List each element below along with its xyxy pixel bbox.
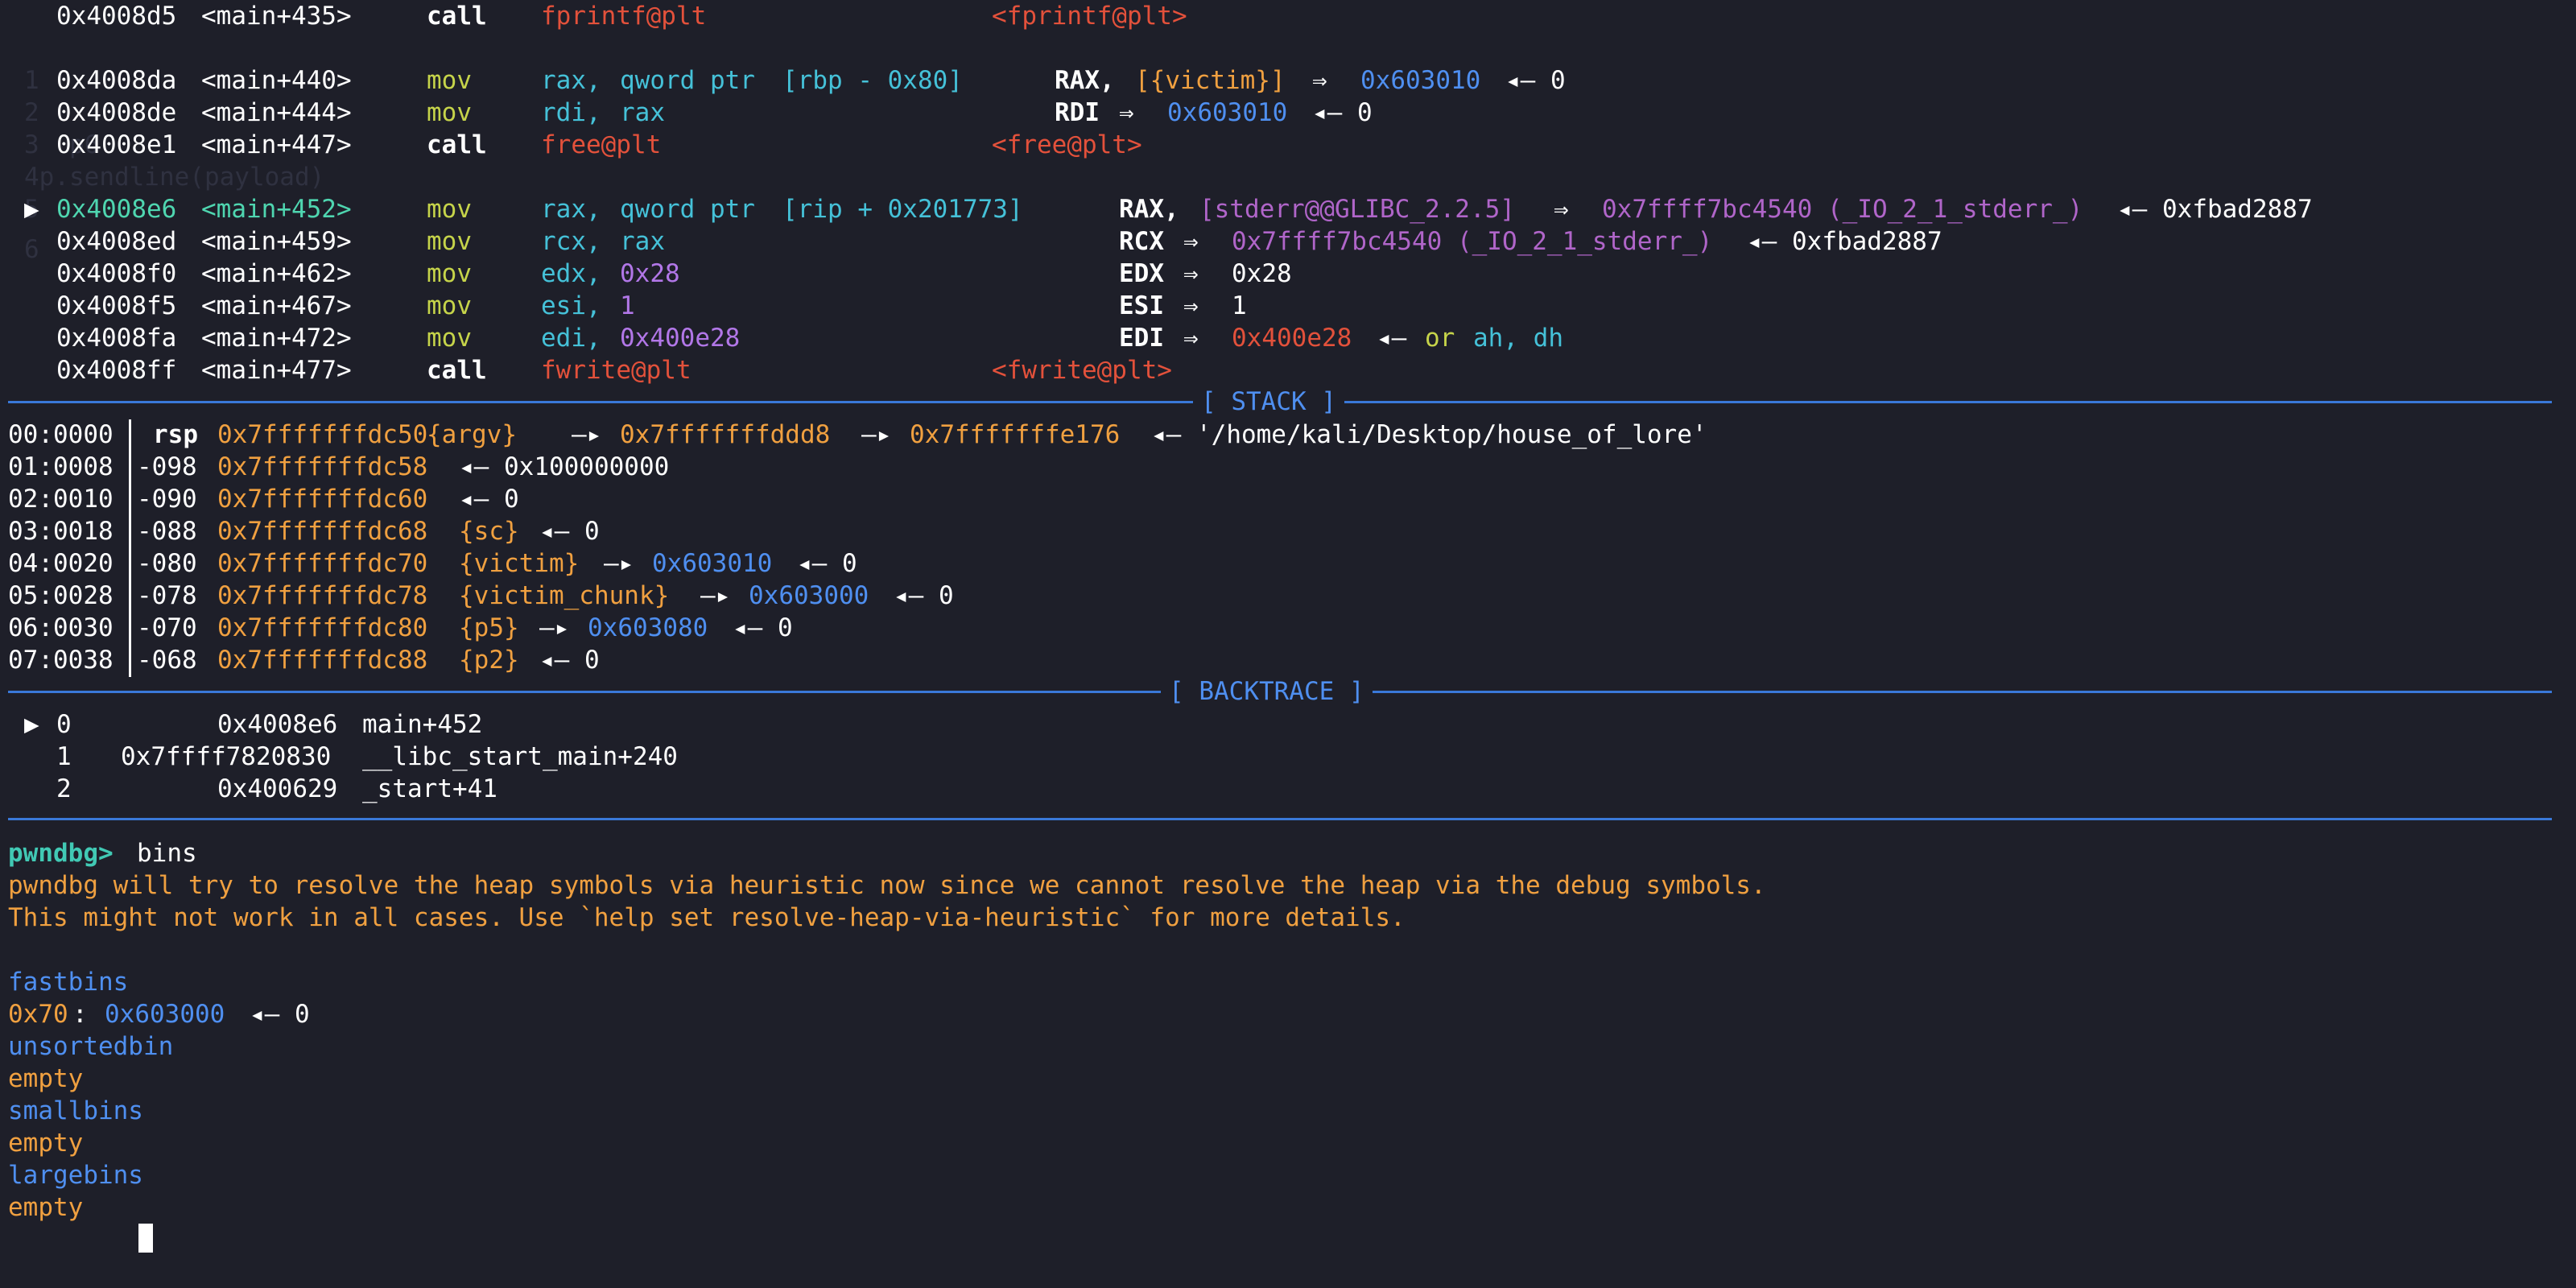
disasm-row: 0x4008d5 <main+435> call fprintf@plt <fp… <box>56 2 1187 31</box>
disasm-row: 0x4008f0 <main+462> mov edx, 0x28 EDX ⇒ … <box>56 259 1292 288</box>
fastbin-entry: 0x70 : 0x603000 ◂— 0 <box>8 1000 310 1029</box>
stack-row: 04:0020 -080 0x7fffffffdc70 {victim} —▸ … <box>8 549 857 578</box>
context-end-divider <box>8 818 2552 820</box>
stack-row: 05:0028 -078 0x7fffffffdc78 {victim_chun… <box>8 581 954 610</box>
stack-row: 07:0038 -068 0x7fffffffdc88 {p2} ◂— 0 <box>8 646 600 675</box>
smallbins-value: empty <box>8 1129 84 1158</box>
disasm-row: 0x4008da <main+440> mov rax, qword ptr [… <box>56 66 1566 95</box>
largebins-label: largebins <box>8 1161 143 1190</box>
disasm-row: 0x4008ed <main+459> mov rcx, rax RCX ⇒ 0… <box>56 227 1942 256</box>
stack-row: 00:0000 rsp 0x7fffffffdc50 {argv} —▸ 0x7… <box>8 420 1707 449</box>
disasm-row: 0x4008f5 <main+467> mov esi, 1 ESI ⇒ 1 <box>56 291 1247 320</box>
backtrace-row: 1 0x7ffff7820830 __libc_start_main+240 <box>56 742 678 771</box>
smallbins-label: smallbins <box>8 1096 143 1125</box>
prompt-label: pwndbg> <box>8 839 114 868</box>
disasm-row: 0x4008e1 <main+447> call free@plt <free@… <box>56 130 1142 159</box>
warning-line: pwndbg will try to resolve the heap symb… <box>8 871 1766 900</box>
fastbins-label: fastbins <box>8 968 129 997</box>
backtrace-row: ▶ 0 0x4008e6 main+452 <box>24 710 483 739</box>
disasm-row: 0x4008fa <main+472> mov edi, 0x400e28 ED… <box>56 324 1563 353</box>
stack-row: 06:0030 -070 0x7fffffffdc80 {p5} —▸ 0x60… <box>8 613 793 642</box>
command-text: bins <box>137 839 197 868</box>
disasm-row: 0x4008de <main+444> mov rdi, rax RDI ⇒ 0… <box>56 98 1373 127</box>
stack-row: 02:0010 -090 0x7fffffffdc60 ◂— 0 <box>8 485 519 514</box>
disasm-row-current: ▶ 0x4008e6 <main+452> mov rax, qword ptr… <box>24 195 2313 224</box>
unsortedbin-label: unsortedbin <box>8 1032 174 1061</box>
backtrace-row: 2 0x400629 _start+41 <box>56 774 497 803</box>
largebins-value: empty <box>8 1193 84 1222</box>
ghost-line: 4p.sendline(payload) <box>24 163 325 192</box>
unsortedbin-value: empty <box>8 1064 84 1093</box>
stack-row: 03:0018 -088 0x7fffffffdc68 {sc} ◂— 0 <box>8 517 600 546</box>
warning-line: This might not work in all cases. Use `h… <box>8 903 1406 932</box>
text-cursor <box>138 1224 153 1253</box>
backtrace-section-header: [ BACKTRACE ] <box>1161 675 1373 708</box>
command-line[interactable]: pwndbg> bins <box>0 837 2576 869</box>
terminal-window[interactable]: 1 2 3 p6 4p.sendline(payload) 5 6 0x4008… <box>0 0 2576 1253</box>
stack-row: 01:0008 -098 0x7fffffffdc58 ◂— 0x1000000… <box>8 452 670 481</box>
disasm-row: 0x4008ff <main+477> call fwrite@plt <fwr… <box>56 356 1172 385</box>
stack-section-header: [ STACK ] <box>1193 386 1344 418</box>
